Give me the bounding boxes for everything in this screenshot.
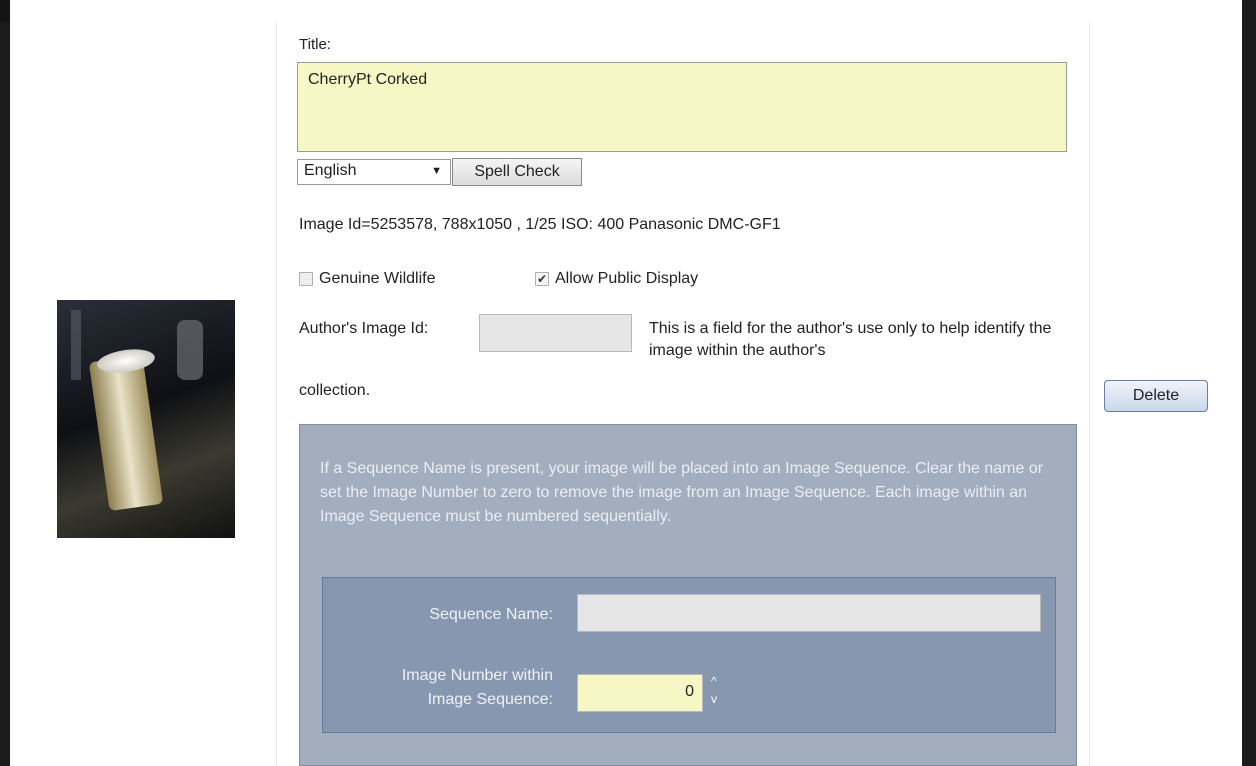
- sequence-name-label: Sequence Name:: [429, 606, 553, 623]
- author-image-id-input[interactable]: [479, 314, 632, 352]
- image-number-spinner[interactable]: ^ v: [711, 672, 723, 712]
- image-number-input[interactable]: 0: [577, 674, 703, 712]
- allow-public-display-checkbox-box[interactable]: ✔: [535, 272, 549, 286]
- allow-public-display-checkbox[interactable]: ✔ Allow Public Display: [535, 270, 698, 288]
- image-details-panel: Title: CherryPt Corked English ▼ Spell C…: [276, 22, 1090, 766]
- allow-public-display-label: Allow Public Display: [555, 270, 699, 287]
- author-image-id-help: This is a field for the author's use onl…: [649, 320, 1052, 359]
- image-number-label-line2: Image Sequence:: [427, 691, 553, 708]
- spin-up-icon[interactable]: ^: [711, 672, 723, 690]
- page: Title: CherryPt Corked English ▼ Spell C…: [10, 0, 1242, 766]
- spell-check-button[interactable]: Spell Check: [452, 158, 582, 186]
- image-number-label-line1: Image Number within: [401, 667, 553, 684]
- dropdown-arrow-icon: ▼: [431, 165, 442, 177]
- title-label: Title:: [299, 36, 331, 53]
- image-number-label: Image Number within Image Sequence:: [323, 664, 553, 712]
- title-input[interactable]: CherryPt Corked: [297, 62, 1067, 152]
- delete-button[interactable]: Delete: [1104, 380, 1208, 412]
- language-select-value: English: [304, 162, 357, 179]
- sequence-fields: Sequence Name: Image Number within Image…: [322, 577, 1056, 733]
- spin-down-icon[interactable]: v: [711, 690, 723, 708]
- genuine-wildlife-checkbox-box[interactable]: [299, 272, 313, 286]
- image-thumbnail[interactable]: [57, 300, 235, 538]
- image-info-text: Image Id=5253578, 788x1050 , 1/25 ISO: 4…: [299, 216, 781, 233]
- sequence-name-input[interactable]: [577, 594, 1041, 632]
- sequence-description: If a Sequence Name is present, your imag…: [320, 460, 1044, 525]
- genuine-wildlife-checkbox[interactable]: Genuine Wildlife: [299, 270, 436, 288]
- thumbnail-cell: [10, 22, 274, 766]
- author-image-id-help-continued: collection.: [299, 382, 371, 399]
- genuine-wildlife-label: Genuine Wildlife: [319, 270, 436, 287]
- language-select[interactable]: English ▼: [297, 159, 451, 185]
- author-image-id-label: Author's Image Id:: [299, 320, 429, 337]
- sequence-panel: If a Sequence Name is present, your imag…: [299, 424, 1077, 766]
